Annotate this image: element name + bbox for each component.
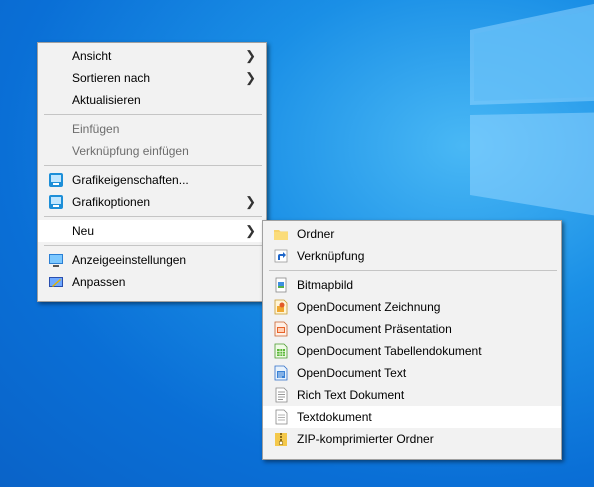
submenu-item-bitmapbild[interactable]: Bitmapbild	[263, 274, 561, 296]
menu-item-label: Einfügen	[72, 122, 120, 136]
menu-item-aktualisieren[interactable]: Aktualisieren	[38, 89, 266, 111]
submenu-item-zip[interactable]: ZIP-komprimierter Ordner	[263, 428, 561, 450]
submenu-item-verknuepfung[interactable]: Verknüpfung	[263, 245, 561, 267]
submenu-item-rtf[interactable]: Rich Text Dokument	[263, 384, 561, 406]
menu-separator	[44, 245, 262, 246]
menu-item-label: Aktualisieren	[72, 93, 141, 107]
windows-logo-wallpaper	[470, 3, 594, 216]
chevron-right-icon: ❯	[245, 70, 256, 85]
chevron-right-icon: ❯	[245, 48, 256, 63]
menu-item-label: Anpassen	[72, 275, 126, 289]
menu-item-sortieren-nach[interactable]: Sortieren nach ❯	[38, 67, 266, 89]
chevron-right-icon: ❯	[245, 194, 256, 209]
menu-item-label: OpenDocument Tabellendokument	[297, 344, 482, 358]
menu-separator	[44, 114, 262, 115]
submenu-item-ods[interactable]: OpenDocument Tabellendokument	[263, 340, 561, 362]
menu-item-einfuegen[interactable]: Einfügen	[38, 118, 266, 140]
menu-item-label: Ansicht	[72, 49, 112, 63]
new-submenu: Ordner Verknüpfung Bitmapbild OpenDocume…	[262, 220, 562, 460]
intel-graphics-icon	[49, 195, 63, 209]
menu-item-ansicht[interactable]: Ansicht ❯	[38, 45, 266, 67]
display-settings-icon	[49, 254, 63, 267]
rich-text-icon	[275, 387, 288, 403]
menu-item-grafikoptionen[interactable]: Grafikoptionen ❯	[38, 191, 266, 213]
opendocument-spreadsheet-icon	[274, 343, 288, 359]
menu-item-grafikeigenschaften[interactable]: Grafikeigenschaften...	[38, 169, 266, 191]
menu-item-label: Neu	[72, 224, 95, 238]
zip-folder-icon	[275, 433, 287, 446]
opendocument-text-icon	[274, 365, 288, 381]
menu-item-neu[interactable]: Neu ❯	[38, 220, 266, 242]
bitmap-icon	[275, 277, 287, 293]
intel-graphics-icon	[49, 173, 63, 187]
menu-item-verknuepfung-einfuegen[interactable]: Verknüpfung einfügen	[38, 140, 266, 162]
text-document-icon	[275, 409, 288, 425]
menu-item-label: OpenDocument Präsentation	[297, 322, 452, 336]
menu-separator	[44, 216, 262, 217]
menu-item-label: Sortieren nach	[72, 71, 151, 85]
shortcut-icon	[274, 249, 288, 263]
menu-item-label: Bitmapbild	[297, 278, 354, 292]
menu-item-label: Grafikoptionen	[72, 195, 151, 209]
menu-item-label: OpenDocument Zeichnung	[297, 300, 441, 314]
menu-item-label: Ordner	[297, 227, 335, 241]
menu-item-anzeigeeinstellungen[interactable]: Anzeigeeinstellungen	[38, 249, 266, 271]
menu-item-label: Rich Text Dokument	[297, 388, 405, 402]
folder-icon	[274, 230, 288, 240]
menu-separator	[44, 165, 262, 166]
opendocument-drawing-icon	[274, 299, 288, 315]
submenu-item-odg[interactable]: OpenDocument Zeichnung	[263, 296, 561, 318]
menu-item-label: ZIP-komprimierter Ordner	[297, 432, 434, 446]
menu-item-label: OpenDocument Text	[297, 366, 407, 380]
menu-item-label: Grafikeigenschaften...	[72, 173, 189, 187]
submenu-item-odp[interactable]: OpenDocument Präsentation	[263, 318, 561, 340]
submenu-item-textdokument[interactable]: Textdokument	[263, 406, 561, 428]
desktop-context-menu: Ansicht ❯ Sortieren nach ❯ Aktualisieren…	[37, 42, 267, 302]
personalize-icon	[49, 277, 63, 287]
opendocument-presentation-icon	[274, 321, 288, 337]
menu-item-label: Verknüpfung einfügen	[72, 144, 189, 158]
menu-separator	[269, 270, 557, 271]
submenu-item-odt[interactable]: OpenDocument Text	[263, 362, 561, 384]
menu-item-label: Anzeigeeinstellungen	[72, 253, 187, 267]
chevron-right-icon: ❯	[245, 223, 256, 238]
menu-item-anpassen[interactable]: Anpassen	[38, 271, 266, 293]
menu-item-label: Verknüpfung	[297, 249, 365, 263]
submenu-item-ordner[interactable]: Ordner	[263, 223, 561, 245]
menu-item-label: Textdokument	[297, 410, 372, 424]
